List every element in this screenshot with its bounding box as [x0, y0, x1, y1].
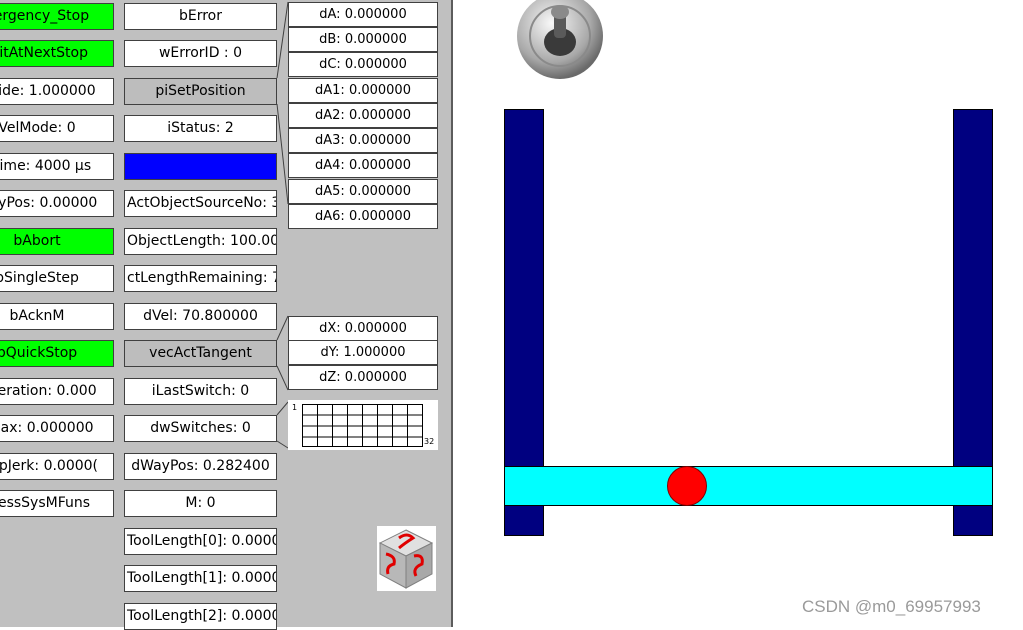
grid-last-label: 32 — [424, 437, 435, 446]
position-value-a2: dA2: 0.000000 — [288, 103, 438, 128]
position-value-a5: dA5: 0.000000 — [288, 179, 438, 204]
sms-cube-logo-icon — [377, 526, 436, 591]
grid-first-label: 1 — [292, 403, 298, 412]
conveyor-bar — [504, 466, 993, 506]
position-value-b: dB: 0.000000 — [288, 27, 438, 52]
variable-panel: nergency_Stop /aitAtNextStop erride: 1.0… — [0, 0, 451, 630]
tangent-value-z: dZ: 0.000000 — [288, 365, 438, 390]
toggle-switch-icon[interactable] — [515, 0, 605, 80]
tangent-value-y: dY: 1.000000 — [288, 340, 438, 365]
position-value-a3: dA3: 0.000000 — [288, 128, 438, 153]
tool-ball — [667, 466, 707, 506]
grid-cells — [302, 404, 423, 447]
position-value-c: dC: 0.000000 — [288, 52, 438, 77]
position-value-a: dA: 0.000000 — [288, 2, 438, 27]
position-value-a6: dA6: 0.000000 — [288, 204, 438, 229]
watermark-text: CSDN @m0_69957993 — [802, 597, 981, 616]
tangent-value-x: dX: 0.000000 — [288, 316, 438, 341]
switch-bit-grid: 1 32 — [288, 400, 438, 450]
position-value-a1: dA1: 0.000000 — [288, 78, 438, 103]
position-value-a4: dA4: 0.000000 — [288, 153, 438, 178]
